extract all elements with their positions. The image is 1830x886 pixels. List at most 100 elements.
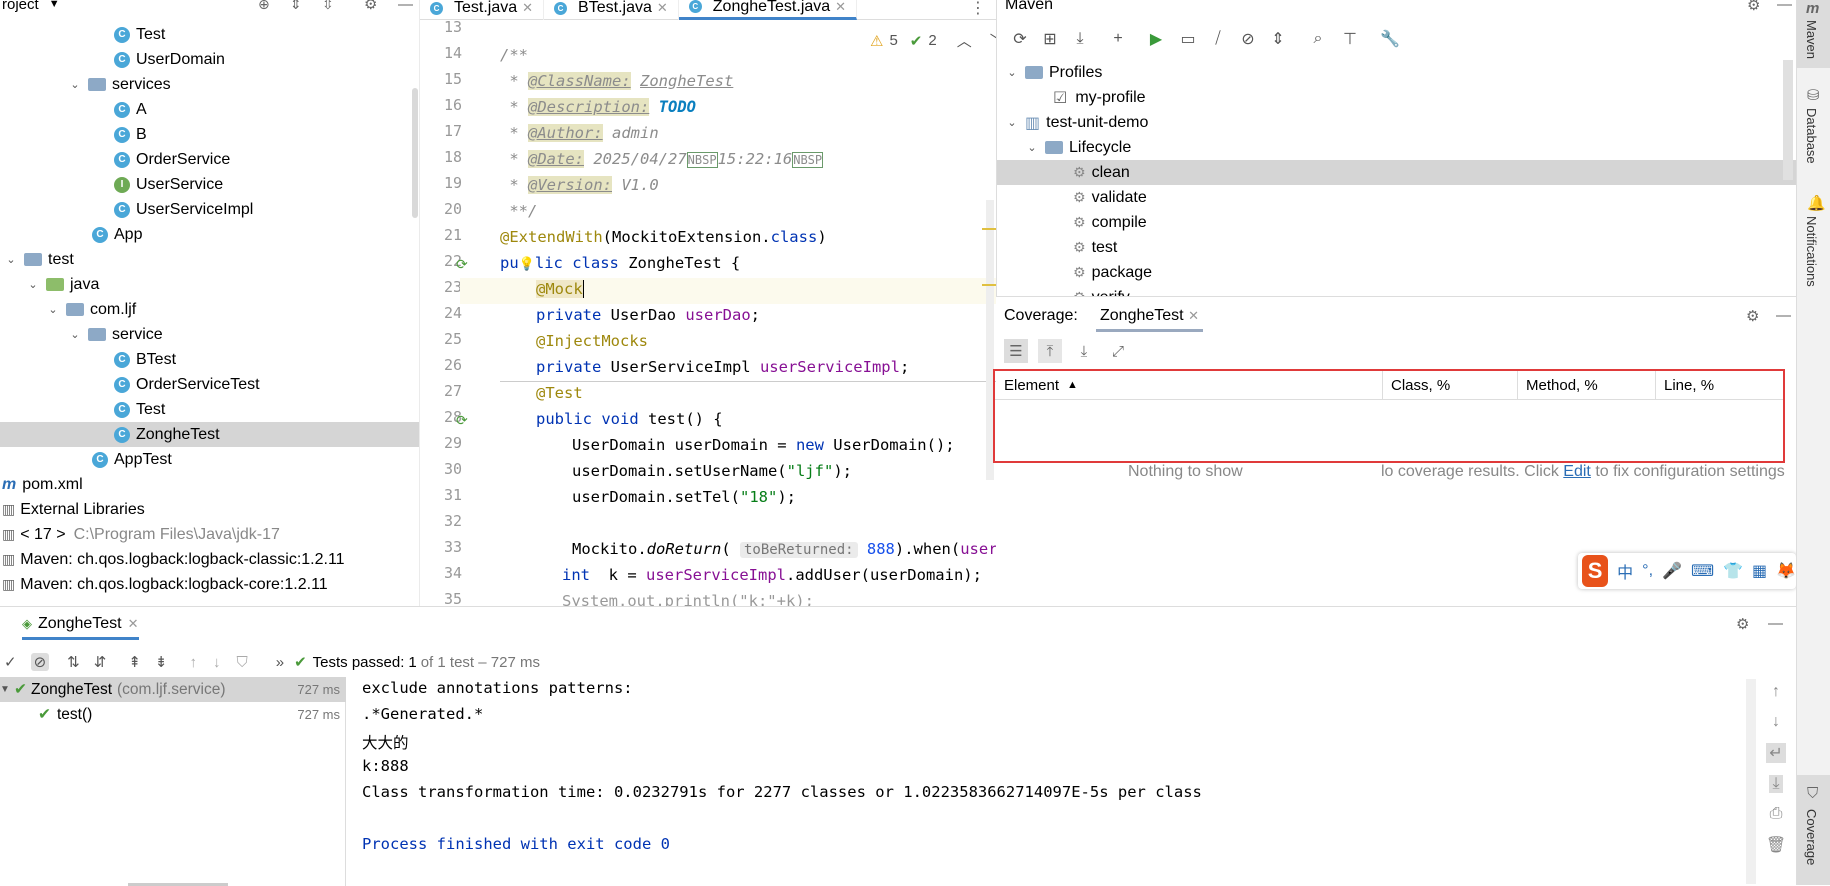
collapse-all-icon[interactable]: ⇟ — [155, 653, 168, 671]
soft-wrap-icon[interactable]: ↵ — [1766, 743, 1786, 763]
tree-item[interactable]: ⌄ java — [0, 272, 419, 297]
reload-icon[interactable]: ⟳ — [1009, 28, 1031, 50]
maven-toolwindow-button[interactable]: m Maven — [1797, 0, 1830, 68]
maven-tree-item[interactable]: ⌄ Profiles — [997, 60, 1796, 85]
maven-tree-item[interactable]: ⌄ Lifecycle — [997, 135, 1796, 160]
trash-icon[interactable]: 🗑 — [1766, 835, 1786, 855]
notifications-toolwindow-button[interactable]: 🔔 Notifications — [1797, 194, 1830, 304]
database-toolwindow-button[interactable]: ⛁ Database — [1797, 86, 1830, 176]
scroll-end-icon[interactable]: ⤓ — [1769, 775, 1783, 793]
chevron-up-icon[interactable]: ︿ — [957, 30, 972, 51]
analyze-icon[interactable]: ⌕ — [1307, 28, 1329, 50]
arrow-down-icon[interactable]: ↓ — [1772, 713, 1780, 731]
coverage-toolwindow-button[interactable]: ⛉ Coverage — [1797, 775, 1830, 885]
next-failed-icon[interactable]: ↓ — [213, 654, 221, 671]
console-scrollbar[interactable] — [1746, 679, 1756, 884]
ime-lang[interactable]: 中 — [1617, 559, 1633, 583]
run-icon[interactable]: ▶ — [1145, 28, 1167, 50]
terminal-icon[interactable]: ▭ — [1177, 28, 1199, 50]
tree-item[interactable]: C BTest — [0, 347, 419, 372]
bulb-icon[interactable]: 💡 — [519, 257, 535, 272]
maven-tree-item[interactable]: ☑ my-profile — [997, 85, 1796, 110]
tree-item[interactable]: C AppTest — [0, 447, 419, 472]
flatten-packages-icon[interactable]: ☰ — [1004, 339, 1028, 363]
show-ignored-icon[interactable]: ⊘ — [30, 653, 50, 671]
arrow-up-icon[interactable]: ↑ — [1772, 683, 1780, 701]
sort-alpha-icon[interactable]: ⇅ — [67, 653, 80, 671]
run-gutter-icon[interactable]: ⟳ — [456, 256, 468, 273]
close-icon[interactable]: ✕ — [128, 616, 139, 632]
more-tabs-icon[interactable]: ⋮ — [970, 0, 986, 18]
export-icon[interactable]: ⤢ — [1106, 339, 1130, 363]
gear-icon[interactable]: ⚙ — [1736, 615, 1749, 633]
collapse-icon[interactable]: ⇕ — [1267, 28, 1289, 50]
tab-test-java[interactable]: C Test.java ✕ — [420, 0, 545, 20]
tree-item[interactable]: C OrderServiceTest — [0, 372, 419, 397]
tree-item[interactable]: C App — [0, 222, 419, 247]
show-deps-icon[interactable]: ⊤ — [1339, 28, 1361, 50]
tab-zonghetest-java[interactable]: C ZongheTest.java ✕ — [678, 0, 858, 20]
chevron-down-icon[interactable]: ⌄ — [26, 278, 40, 291]
tree-item[interactable]: I UserService — [0, 172, 419, 197]
maven-tree-item[interactable]: ⚙ package — [997, 260, 1796, 285]
collapse-all-icon[interactable]: ⇕ — [290, 0, 302, 13]
minimize-icon[interactable]: — — [1768, 615, 1783, 632]
mascot-icon[interactable]: 🦊 — [1776, 561, 1796, 581]
apps-icon[interactable]: ▦ — [1752, 561, 1767, 581]
project-title[interactable]: roject — [0, 0, 39, 13]
close-icon[interactable]: ✕ — [835, 0, 846, 15]
ime-logo[interactable]: S — [1582, 555, 1609, 587]
expand-all-icon[interactable]: ⇳ — [322, 0, 334, 13]
tree-item[interactable]: C Test — [0, 397, 419, 422]
tab-run-zonghetest[interactable]: ◈ ZongheTest ✕ — [22, 615, 139, 640]
maven-tree-item[interactable]: ⌄ ▥ test-unit-demo — [997, 110, 1796, 135]
gear-icon[interactable]: ⚙ — [1746, 307, 1759, 325]
tree-item[interactable]: C UserServiceImpl — [0, 197, 419, 222]
plus-icon[interactable]: + — [1107, 28, 1129, 50]
chevron-down-icon[interactable]: ⌄ — [1025, 141, 1039, 154]
show-passed-icon[interactable]: ✓ — [4, 653, 17, 671]
tree-item[interactable]: ⌄ com.ljf — [0, 297, 419, 322]
maven-scrollbar[interactable] — [1783, 60, 1793, 180]
offline-icon[interactable]: ⊘ — [1237, 28, 1259, 50]
close-icon[interactable]: ✕ — [1188, 308, 1199, 323]
navigate-up-icon[interactable]: ⤒ — [1038, 339, 1062, 363]
maven-tree-item[interactable]: ⚙ validate — [997, 185, 1796, 210]
print-icon[interactable]: ⎙ — [1770, 805, 1783, 823]
inspection-widget[interactable]: ⚠5 ✔2 ︿ ﹀ — [870, 30, 996, 51]
expand-all-icon[interactable]: ⇞ — [128, 653, 141, 671]
edit-link[interactable]: Edit — [1563, 463, 1591, 480]
tab-coverage-zonghetest[interactable]: ZongheTest ✕ — [1096, 307, 1203, 332]
close-icon[interactable]: ✕ — [522, 0, 533, 16]
shield-icon[interactable]: ⛉ — [236, 654, 247, 671]
tree-item[interactable]: C ZongheTest — [0, 422, 419, 447]
maven-tree-item[interactable]: ⚙ compile — [997, 210, 1796, 235]
chevron-down-icon[interactable]: ⌄ — [46, 303, 60, 316]
code-editor[interactable]: C Test.java ✕ C BTest.java ✕ C ZongheTest.jav… — [420, 0, 996, 606]
sort-duration-icon[interactable]: ⇵ — [94, 653, 107, 671]
tree-item[interactable]: CA — [0, 97, 419, 122]
add-folder-icon[interactable]: ⊞ — [1039, 28, 1061, 50]
minimize-icon[interactable]: — — [398, 0, 413, 13]
tree-item[interactable]: ▥ Maven: ch.qos.logback:logback-core:1.2.… — [0, 572, 419, 597]
tree-item[interactable]: C OrderService — [0, 147, 419, 172]
close-icon[interactable]: ✕ — [657, 0, 668, 16]
tree-item[interactable]: ▥ Maven: ch.qos.logback:logback-classic:1… — [0, 547, 419, 572]
more-icon[interactable]: » — [276, 654, 284, 671]
chevron-down-icon[interactable]: ▼ — [0, 684, 14, 695]
tree-item[interactable]: ⌄ services — [0, 72, 419, 97]
chevron-down-icon[interactable]: ⌄ — [4, 253, 18, 266]
test-row-method[interactable]: ✔ test() 727 ms — [0, 702, 346, 727]
punctuation-icon[interactable]: °, — [1642, 562, 1653, 580]
tree-item[interactable]: C UserDomain — [0, 47, 419, 72]
project-scrollbar[interactable] — [412, 88, 418, 218]
keyboard-icon[interactable]: ⌨ — [1691, 561, 1714, 581]
gear-icon[interactable]: ⚙ — [364, 0, 377, 13]
chevron-down-icon[interactable]: ⌄ — [68, 78, 82, 91]
minimize-icon[interactable]: — — [1776, 307, 1791, 324]
download-icon[interactable]: ⤓ — [1069, 28, 1091, 50]
tree-item[interactable]: C Test — [0, 22, 419, 47]
minimize-icon[interactable]: — — [1777, 0, 1792, 13]
locate-icon[interactable]: ⊕ — [258, 0, 270, 13]
run-gutter-icon[interactable]: ⟳ — [456, 412, 468, 429]
